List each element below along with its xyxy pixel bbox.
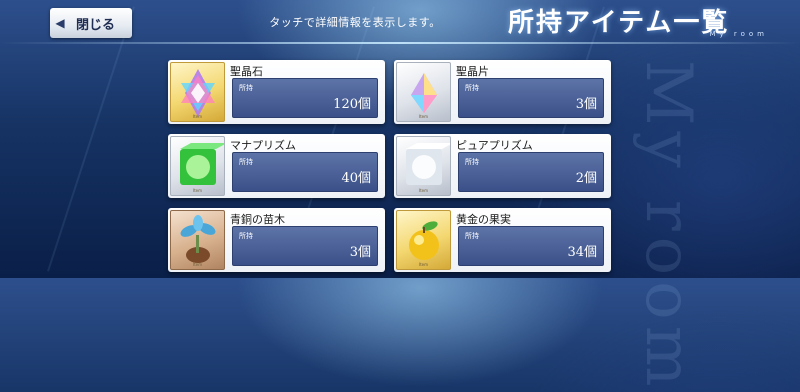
close-button[interactable]: ◀ 閉じる [50,8,132,38]
item-thumbnail: Item [396,136,451,196]
close-button-label: 閉じる [76,17,116,33]
item-thumbnail: Item [396,62,451,122]
item-card-pure-prism[interactable]: Item ピュアプリズム 所持 2個 [394,134,611,198]
item-name: マナプリズム [230,139,296,152]
header-glow-line [0,42,800,44]
owned-label: 所持 [239,232,253,240]
item-count-panel: 所持 3個 [232,226,378,266]
item-name: 黄金の果実 [456,213,511,226]
item-name: 青銅の苗木 [230,213,285,226]
item-thumbnail: Item [170,136,225,196]
item-count-panel: 所持 3個 [458,78,604,118]
owned-label: 所持 [465,84,479,92]
owned-label: 所持 [465,158,479,166]
item-card-bronze-sapling[interactable]: Item 青銅の苗木 所持 3個 [168,208,385,272]
item-count: 34個 [567,245,597,260]
item-count-panel: 所持 120個 [232,78,378,118]
item-thumbnail: Item [396,210,451,270]
item-count: 40個 [341,171,371,186]
item-grid: Item 聖晶石 所持 120個 Item 聖晶片 所持 3個 Item マナプ… [168,60,616,278]
item-tag: Item [418,262,429,267]
item-card-saint-quartz[interactable]: Item 聖晶石 所持 120個 [168,60,385,124]
item-thumbnail: Item [170,210,225,270]
item-card-saint-quartz-fragment[interactable]: Item 聖晶片 所持 3個 [394,60,611,124]
back-arrow-icon: ◀ [55,16,65,30]
item-tag: Item [192,114,203,119]
item-card-mana-prism[interactable]: Item マナプリズム 所持 40個 [168,134,385,198]
decorative-background-text: My room [631,60,705,392]
touch-hint-text: タッチで詳細情報を表示します。 [269,16,441,29]
item-tag: Item [192,262,203,267]
item-count: 2個 [575,171,597,186]
item-count: 120個 [333,97,371,112]
item-count-panel: 所持 34個 [458,226,604,266]
item-name: ピュアプリズム [456,139,533,152]
item-count: 3個 [575,97,597,112]
item-count-panel: 所持 40個 [232,152,378,192]
item-card-golden-fruit[interactable]: Item 黄金の果実 所持 34個 [394,208,611,272]
page-title-block: 所持アイテム一覧 My room [508,2,794,42]
item-tag: Item [192,188,203,193]
item-count: 3個 [349,245,371,260]
owned-label: 所持 [239,158,253,166]
item-name: 聖晶石 [230,65,263,78]
item-tag: Item [418,114,429,119]
background-ray [47,6,135,272]
item-thumbnail: Item [170,62,225,122]
owned-label: 所持 [465,232,479,240]
page-subtitle: My room [709,30,768,38]
item-name: 聖晶片 [456,65,489,78]
item-count-panel: 所持 2個 [458,152,604,192]
item-tag: Item [418,188,429,193]
owned-label: 所持 [239,84,253,92]
